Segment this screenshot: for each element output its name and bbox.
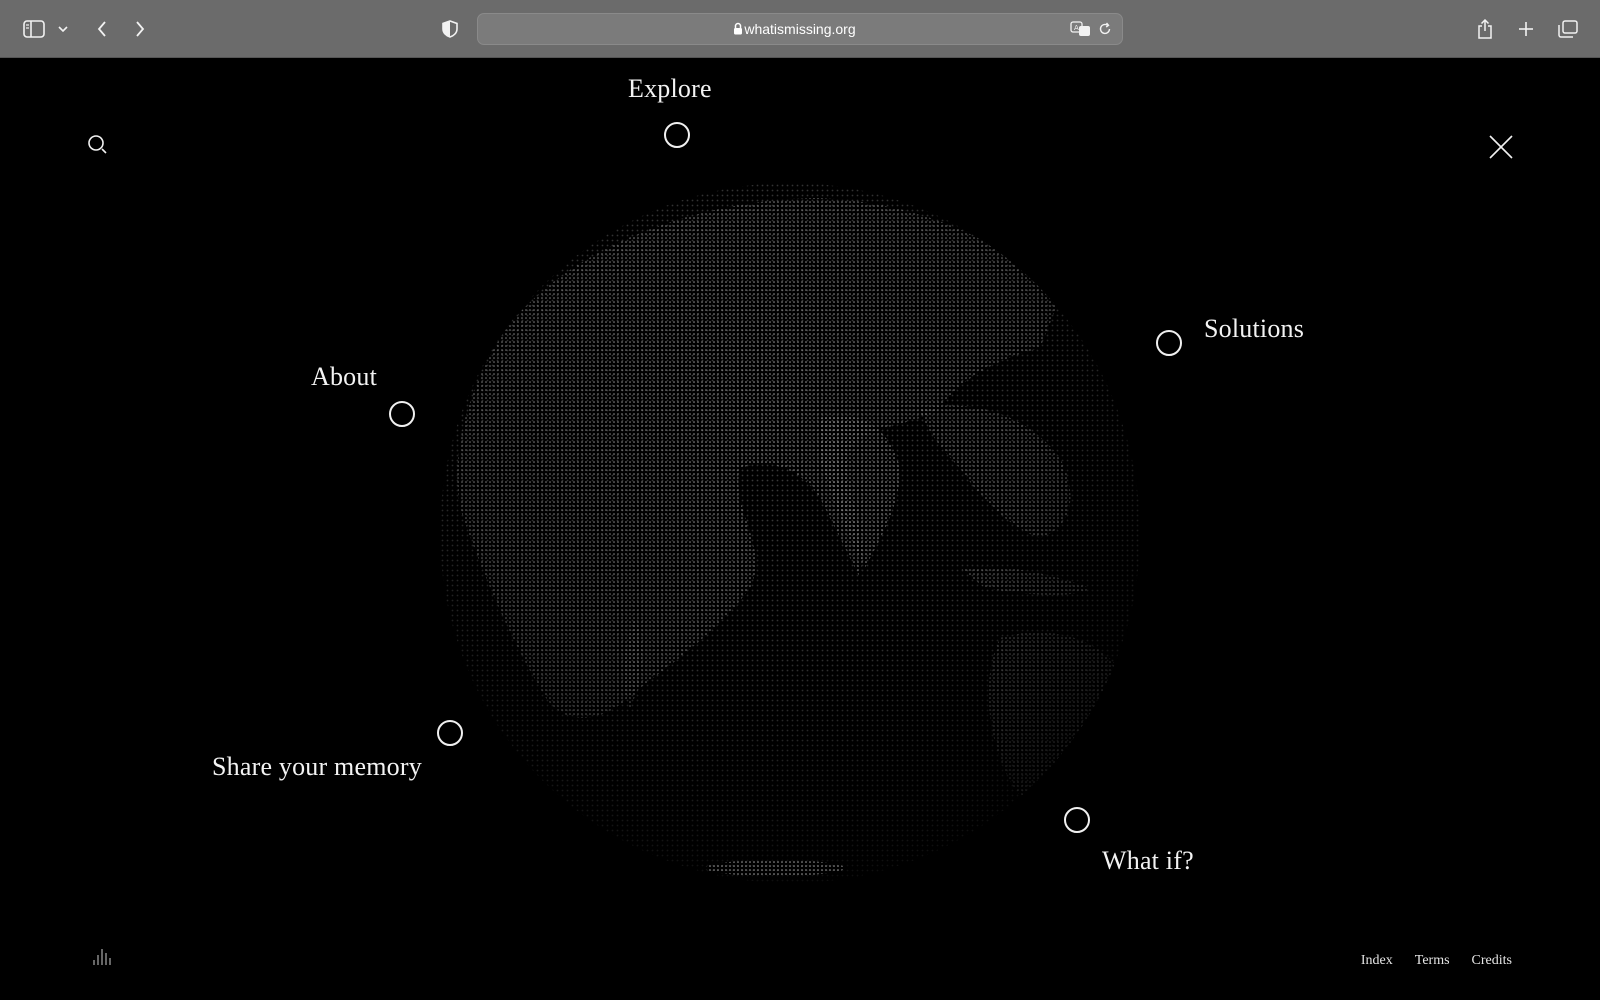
- globe[interactable]: [440, 168, 1160, 888]
- nav-about-ring[interactable]: [389, 401, 415, 427]
- back-button[interactable]: [92, 14, 112, 44]
- nav-whatif-label[interactable]: What if?: [1102, 846, 1194, 876]
- nav-solutions-label[interactable]: Solutions: [1204, 314, 1304, 344]
- forward-button[interactable]: [130, 14, 150, 44]
- tabs-overview-icon[interactable]: [1556, 14, 1580, 44]
- chevron-left-icon: [97, 21, 106, 37]
- nav-about-label[interactable]: About: [311, 362, 377, 392]
- browser-toolbar: whatismissing.org A: [0, 0, 1600, 58]
- sidebar-icon[interactable]: [22, 14, 46, 44]
- reload-icon[interactable]: [1098, 22, 1112, 36]
- plus-icon[interactable]: [1515, 14, 1537, 44]
- chevron-down-icon[interactable]: [56, 14, 70, 44]
- close-icon[interactable]: [1487, 133, 1515, 161]
- share-icon[interactable]: [1474, 14, 1496, 44]
- chevron-right-icon: [136, 21, 145, 37]
- nav-share-label[interactable]: Share your memory: [212, 752, 422, 782]
- search-icon[interactable]: [86, 133, 112, 159]
- footer-index-link[interactable]: Index: [1361, 953, 1393, 969]
- antarctica-shape: [705, 860, 845, 876]
- svg-text:A: A: [1074, 24, 1079, 32]
- translate-icon[interactable]: A: [1070, 21, 1092, 37]
- nav-explore-ring[interactable]: [664, 122, 690, 148]
- audio-bars-icon[interactable]: [92, 946, 114, 966]
- page-content: Explore Solutions About Share your memor…: [0, 58, 1600, 1000]
- footer-links: Index Terms Credits: [1361, 953, 1512, 969]
- nav-whatif-ring[interactable]: [1064, 807, 1090, 833]
- footer-credits-link[interactable]: Credits: [1472, 953, 1512, 969]
- globe-surface: [440, 183, 1140, 883]
- address-bar[interactable]: whatismissing.org A: [477, 13, 1123, 45]
- nav-share-ring[interactable]: [437, 720, 463, 746]
- nav-solutions-ring[interactable]: [1156, 330, 1182, 356]
- shield-icon[interactable]: [440, 14, 460, 44]
- nav-explore-label[interactable]: Explore: [628, 74, 712, 104]
- footer-terms-link[interactable]: Terms: [1415, 953, 1450, 969]
- url-text: whatismissing.org: [744, 21, 856, 37]
